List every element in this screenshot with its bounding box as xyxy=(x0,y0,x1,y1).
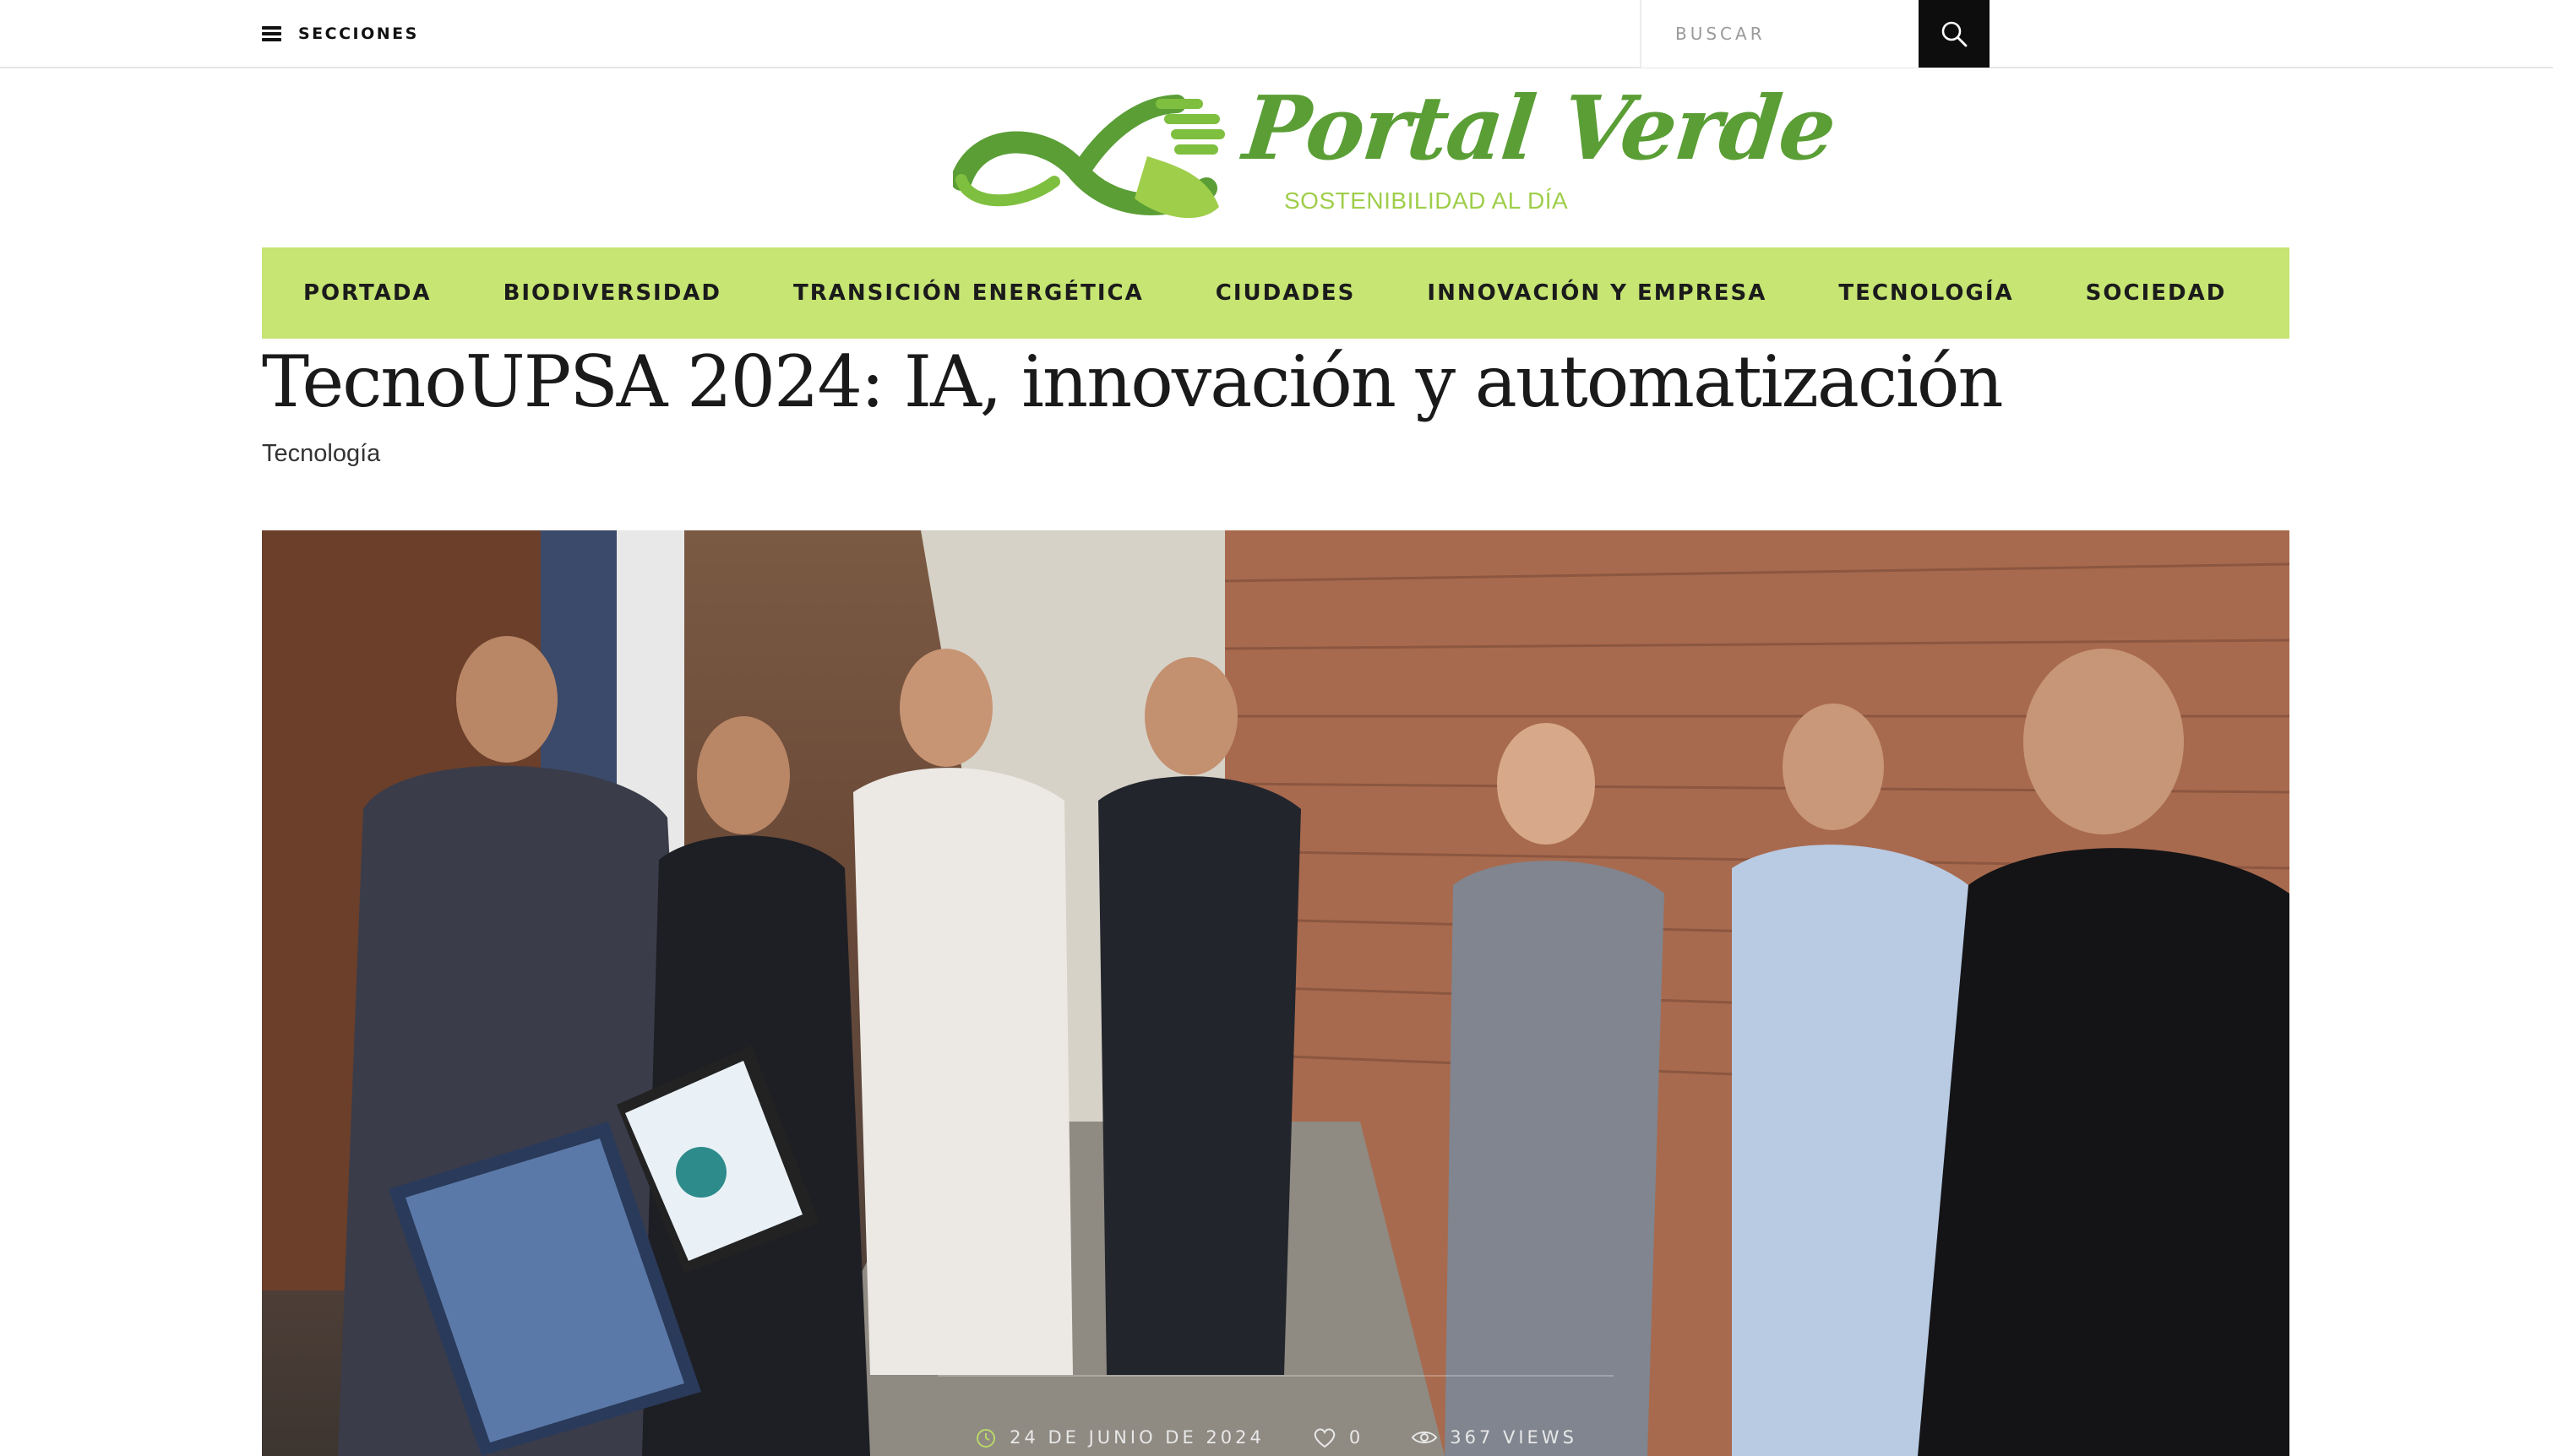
article-likes[interactable]: 0 xyxy=(1312,1426,1364,1449)
site-logo[interactable]: Portal Verde SOSTENIBILIDAD AL DÍA xyxy=(953,76,1839,224)
search-bar xyxy=(1640,0,1990,68)
article-category-link[interactable]: Tecnología xyxy=(262,440,380,468)
nav-item-portada[interactable]: PORTADA xyxy=(303,280,432,306)
article-date: 24 DE JUNIO DE 2024 xyxy=(974,1426,1265,1449)
meta-divider xyxy=(938,1375,1614,1377)
hero-photo-illustration xyxy=(262,530,2289,1456)
search-button[interactable] xyxy=(1919,0,1990,68)
sections-label: SECCIONES xyxy=(298,24,419,43)
top-bar: SECCIONES xyxy=(0,0,2553,68)
nav-item-ciudades[interactable]: CIUDADES xyxy=(1216,280,1356,306)
nav-item-biodiversidad[interactable]: BIODIVERSIDAD xyxy=(504,280,721,306)
nav-item-sociedad[interactable]: SOCIEDAD xyxy=(2086,280,2227,306)
logo-wordmark: Portal Verde xyxy=(1238,76,1840,180)
nav-item-transicion-energetica[interactable]: TRANSICIÓN ENERGÉTICA xyxy=(793,280,1144,306)
hamburger-icon[interactable] xyxy=(262,25,281,41)
article-views: 367 VIEWS xyxy=(1411,1427,1577,1448)
logo-mark-icon xyxy=(953,95,1225,219)
main-navigation: PORTADA BIODIVERSIDAD TRANSICIÓN ENERGÉT… xyxy=(262,247,2289,339)
search-icon xyxy=(1941,21,1968,47)
heart-icon xyxy=(1314,1428,1336,1448)
nav-item-tecnologia[interactable]: TECNOLOGÍA xyxy=(1838,280,2013,306)
article-title: TecnoUPSA 2024: IA, innovación y automat… xyxy=(262,340,2004,423)
article-meta: 24 DE JUNIO DE 2024 0 367 VIEWS xyxy=(262,1426,2289,1449)
eye-icon xyxy=(1411,1432,1438,1443)
clock-icon xyxy=(977,1429,996,1448)
search-input[interactable] xyxy=(1640,0,1919,68)
article-date-text: 24 DE JUNIO DE 2024 xyxy=(1010,1427,1265,1448)
nav-item-innovacion-y-empresa[interactable]: INNOVACIÓN Y EMPRESA xyxy=(1427,280,1766,306)
article-views-text: 367 VIEWS xyxy=(1450,1427,1577,1448)
sections-menu-button[interactable]: SECCIONES xyxy=(262,0,419,67)
logo-tagline: SOSTENIBILIDAD AL DÍA xyxy=(1284,187,1569,214)
article-likes-count: 0 xyxy=(1348,1427,1364,1448)
article-hero-image: 24 DE JUNIO DE 2024 0 367 VIEWS xyxy=(262,530,2289,1456)
